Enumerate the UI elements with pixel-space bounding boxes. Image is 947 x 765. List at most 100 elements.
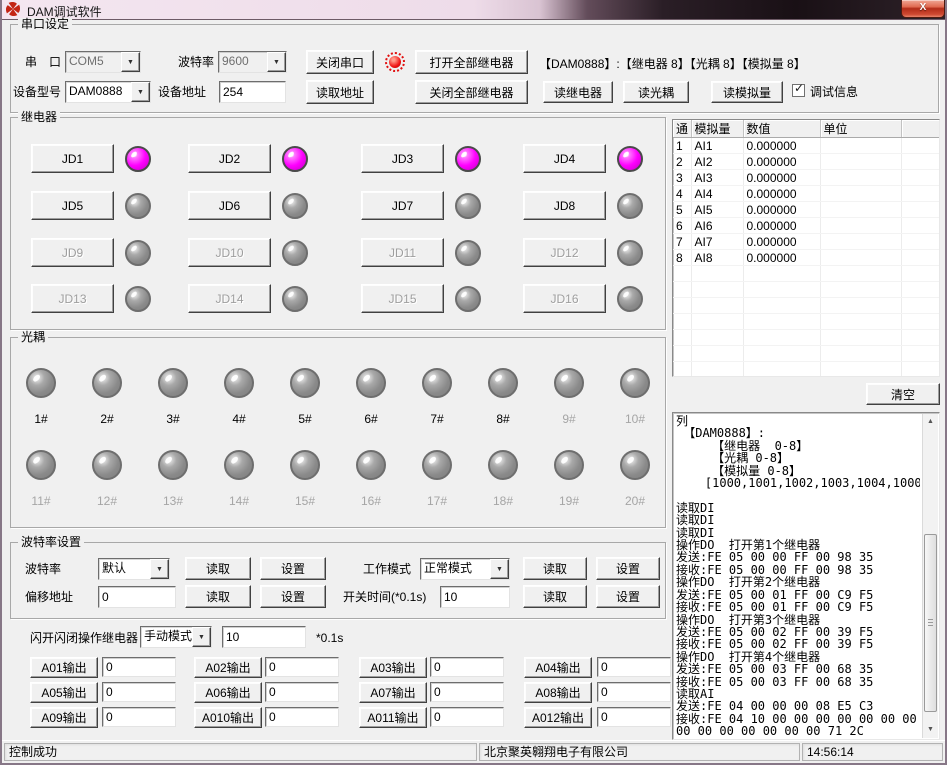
relay-button-jd2[interactable]: JD2 [188,144,271,173]
relay-button-jd11: JD11 [361,238,444,267]
output-input-8[interactable] [597,682,671,702]
relay-button-jd7[interactable]: JD7 [361,191,444,220]
analog-cell: AI8 [691,250,743,266]
relay-button-jd14: JD14 [188,284,271,313]
output-button-a04[interactable]: A04输出 [524,657,592,678]
output-input-10[interactable] [265,707,339,727]
app-icon [6,2,20,16]
analog-cell: AI3 [691,170,743,186]
analog-table-panel: 通模拟量数值单位 1AI10.0000002AI20.0000003AI30.0… [672,119,940,377]
close-button[interactable]: X [901,0,945,18]
offset-read-button[interactable]: 读取 [185,585,251,608]
output-button-a06[interactable]: A06输出 [194,682,262,703]
analog-row-3[interactable]: 3AI30.000000 [673,170,939,186]
relay-button-jd5[interactable]: JD5 [31,191,114,220]
relay-led-16 [617,286,643,312]
analog-col-header-4[interactable]: 单位 [820,120,901,138]
output-input-3[interactable] [430,657,504,677]
analog-row-2[interactable]: 2AI20.000000 [673,154,939,170]
analog-row-1[interactable]: 1AI10.000000 [673,138,939,154]
output-button-a09[interactable]: A09输出 [30,707,98,728]
analog-col-header-1[interactable]: 通 [673,120,691,138]
relay-button-jd9: JD9 [31,238,114,267]
opto-group: 光耦 1#2#3#4#5#6#7#8#9#10#11#12#13#14#15#1… [10,337,666,528]
work-mode-select[interactable]: 正常模式 ▼ [420,558,510,580]
analog-cell [743,298,820,314]
baud-read-button[interactable]: 读取 [185,557,251,580]
scroll-thumb[interactable] [924,534,937,712]
analog-cell: AI6 [691,218,743,234]
flash-time-input[interactable] [222,626,306,648]
device-address-input[interactable] [219,81,286,103]
scroll-down-icon[interactable]: ▼ [923,722,938,738]
output-input-7[interactable] [430,682,504,702]
output-button-a010[interactable]: A010输出 [194,707,262,728]
analog-cell: AI1 [691,138,743,154]
opto-led-17 [422,450,452,480]
log-output[interactable]: 列 【DAM0888】: 【继电器 0-8】 【光耦 0-8】 【模拟量 0-8… [676,415,920,737]
relay-button-jd8[interactable]: JD8 [523,191,606,220]
output-button-a012[interactable]: A012输出 [524,707,592,728]
output-input-5[interactable] [102,682,176,702]
analog-row-5[interactable]: 5AI50.000000 [673,202,939,218]
output-button-a08[interactable]: A08输出 [524,682,592,703]
output-button-a011[interactable]: A011输出 [359,707,427,728]
opto-led-15 [290,450,320,480]
baud-set-button[interactable]: 设置 [260,557,326,580]
output-input-2[interactable] [265,657,339,677]
analog-row-8[interactable]: 8AI80.000000 [673,250,939,266]
relay-button-jd1[interactable]: JD1 [31,144,114,173]
chevron-down-icon: ▼ [150,559,169,579]
read-address-button[interactable]: 读取地址 [306,80,374,104]
output-input-9[interactable] [102,707,176,727]
analog-col-header-5[interactable] [901,120,939,138]
relay-button-jd4[interactable]: JD4 [523,144,606,173]
output-button-a03[interactable]: A03输出 [359,657,427,678]
offset-set-button[interactable]: 设置 [260,585,326,608]
output-input-1[interactable] [102,657,176,677]
work-mode-set-button[interactable]: 设置 [596,557,660,580]
relay-button-jd6[interactable]: JD6 [188,191,271,220]
debug-info-checkbox[interactable]: ✓ [792,84,805,97]
read-relays-button[interactable]: 读继电器 [543,81,613,103]
analog-cell [820,202,901,218]
output-button-a02[interactable]: A02输出 [194,657,262,678]
relay-button-jd3[interactable]: JD3 [361,144,444,173]
analog-cell [743,346,820,362]
clear-button[interactable]: 清空 [866,383,940,405]
work-mode-read-button[interactable]: 读取 [523,557,587,580]
open-all-relays-button[interactable]: 打开全部继电器 [415,50,528,74]
switch-time-set-button[interactable]: 设置 [596,585,660,608]
log-scrollbar[interactable]: ▲ ▼ [922,414,938,738]
analog-row-14 [673,346,939,362]
close-all-relays-button[interactable]: 关闭全部继电器 [415,80,528,104]
baud-rate-select: 9600 ▼ [218,51,287,73]
analog-row-4[interactable]: 4AI40.000000 [673,186,939,202]
baud-select[interactable]: 默认 ▼ [98,558,170,580]
offset-address-input[interactable] [98,586,176,608]
switch-time-input[interactable] [440,586,510,608]
read-opto-button[interactable]: 读光耦 [623,81,689,103]
opto-led-1 [26,368,56,398]
output-input-4[interactable] [597,657,671,677]
output-button-a07[interactable]: A07输出 [359,682,427,703]
output-input-11[interactable] [430,707,504,727]
output-button-a01[interactable]: A01输出 [30,657,98,678]
read-analog-button[interactable]: 读模拟量 [711,81,783,103]
output-input-6[interactable] [265,682,339,702]
analog-col-header-2[interactable]: 模拟量 [691,120,743,138]
analog-row-6[interactable]: 6AI60.000000 [673,218,939,234]
analog-row-7[interactable]: 7AI70.000000 [673,234,939,250]
close-serial-button[interactable]: 关闭串口 [306,50,374,74]
analog-col-header-3[interactable]: 数值 [743,120,820,138]
flash-mode-select[interactable]: 手动模式 ▼ [140,626,212,648]
output-button-a05[interactable]: A05输出 [30,682,98,703]
analog-row-9 [673,266,939,282]
switch-time-read-button[interactable]: 读取 [523,585,587,608]
device-model-select[interactable]: DAM0888 ▼ [65,81,151,103]
output-input-12[interactable] [597,707,671,727]
analog-table: 通模拟量数值单位 1AI10.0000002AI20.0000003AI30.0… [673,120,940,377]
analog-cell: 2 [673,154,691,170]
scroll-up-icon[interactable]: ▲ [923,414,938,430]
baud-rate-label: 波特率 [178,56,214,69]
